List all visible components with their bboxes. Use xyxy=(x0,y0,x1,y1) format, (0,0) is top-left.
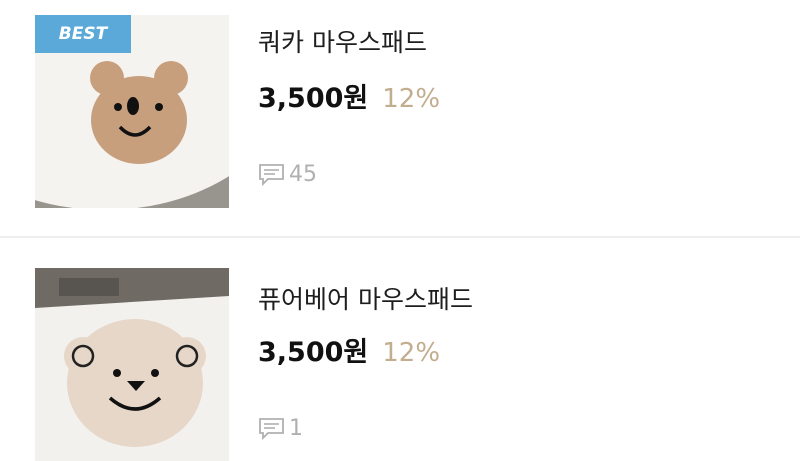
discount-rate: 12% xyxy=(382,338,441,368)
pure-bear-mousepad-photo xyxy=(35,268,229,461)
product-price: 3,500원 xyxy=(258,83,369,114)
review-count-value: 1 xyxy=(289,416,303,441)
product-name[interactable]: 퓨어베어 마우스패드 xyxy=(258,280,473,316)
comment-icon xyxy=(259,418,284,441)
discount-rate: 12% xyxy=(382,84,441,114)
product-image-pure-bear[interactable] xyxy=(35,268,229,461)
product-item-pure-bear[interactable]: 퓨어베어 마우스패드 3,500원 12% 1 xyxy=(0,238,800,461)
product-name[interactable]: 쿼카 마우스패드 xyxy=(258,23,427,59)
price-row: 3,500원 12% xyxy=(258,330,440,369)
review-count[interactable]: 45 xyxy=(258,162,317,187)
review-count[interactable]: 1 xyxy=(258,416,303,441)
review-count-value: 45 xyxy=(289,162,317,187)
best-badge: BEST xyxy=(35,15,131,53)
price-row: 3,500원 12% xyxy=(258,76,440,115)
product-item-quokka[interactable]: BEST 쿼카 마우스패드 3,500원 12% 45 xyxy=(0,0,800,236)
product-price: 3,500원 xyxy=(258,337,369,368)
comment-icon xyxy=(259,164,284,187)
